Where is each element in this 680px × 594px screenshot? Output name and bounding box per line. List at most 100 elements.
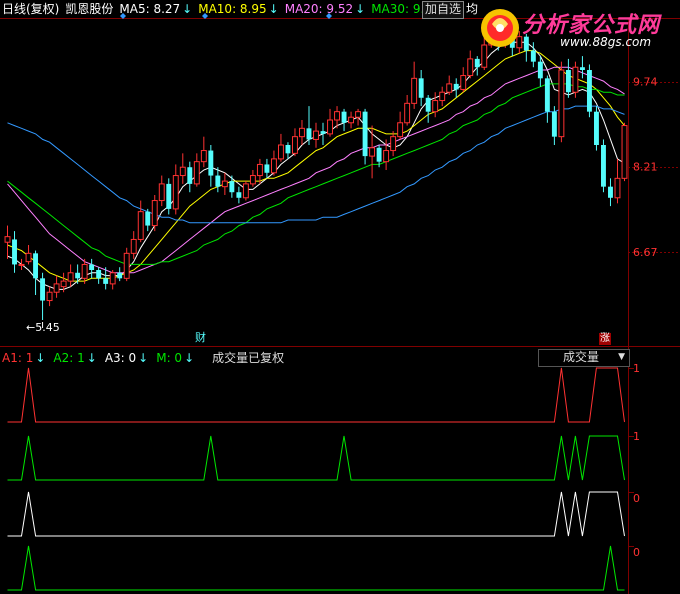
add-watchlist-button[interactable]: 加自选 — [422, 1, 465, 19]
candle-body-down — [376, 147, 382, 162]
candle-body-up — [130, 238, 137, 254]
candle-body-up — [439, 91, 446, 102]
candle-body-down — [208, 150, 214, 176]
candle-body-down — [75, 272, 81, 279]
candle-body-down — [103, 278, 109, 284]
candle-body-up — [67, 272, 74, 282]
candle-body-up — [411, 77, 418, 104]
y-tick-label: 9.74 — [633, 76, 658, 89]
candle-body-up — [242, 183, 249, 199]
candle-body-up — [200, 150, 207, 163]
candle-body-up — [109, 272, 116, 285]
indicator-axis-label: 1 — [633, 362, 640, 375]
a1-down-arrow-icon: ↓ — [35, 351, 46, 365]
candle-body-down — [544, 78, 550, 112]
stock-name: 凯恩股份 — [65, 2, 114, 16]
candle-body-down — [187, 167, 193, 184]
candle-body-down — [264, 164, 270, 173]
candle-body-up — [404, 102, 411, 124]
ma5-value: MA5: 8.27 — [119, 2, 181, 16]
candle-body-up — [53, 283, 60, 293]
a2-value: A2: 1 — [53, 351, 85, 365]
candle-body-up — [334, 111, 340, 121]
candle-body-up — [348, 116, 355, 124]
indicator-axis-label: 0 — [633, 546, 640, 559]
volume-note: 成交量已复权 — [212, 351, 285, 365]
candle-body-up — [614, 177, 621, 199]
site-logo: 分析家公式网 www.88gs.com — [478, 4, 674, 54]
candle-body-down — [306, 128, 312, 140]
candle-body-down — [453, 83, 459, 90]
candle-body-down — [229, 181, 235, 193]
indicator-header: A1: 1 ↓ A2: 1 ↓ A3: 0 ↓ M: 0 ↓ 成交量已复权 — [2, 350, 292, 366]
candle-body-down — [12, 239, 17, 265]
finance-event-marker[interactable]: 财 — [195, 331, 206, 344]
candle-body-down — [586, 70, 592, 112]
candle-body-up — [397, 122, 404, 138]
candle-body-down — [551, 111, 557, 137]
ma5-down-arrow-icon: ↓ — [182, 2, 193, 16]
candle-body-down — [285, 145, 291, 154]
chevron-down-icon: ▼ — [618, 352, 625, 362]
m-down-arrow-icon: ↓ — [184, 351, 195, 365]
candle — [362, 108, 368, 165]
candle-body-up — [60, 280, 67, 288]
candle-body-up — [621, 125, 628, 179]
candle-body-up — [137, 211, 144, 240]
a3-value: A3: 0 — [104, 351, 137, 365]
period-label[interactable]: 日线(复权) — [2, 2, 59, 16]
candle-body-down — [608, 186, 613, 198]
candle — [151, 195, 158, 232]
candle-body-down — [40, 278, 46, 301]
ma20-value: MA20: 9.52 — [284, 2, 354, 16]
candle-body-up — [172, 175, 179, 210]
candle-body-down — [236, 192, 242, 198]
candle-body-up — [270, 158, 277, 174]
candle-body-up — [467, 58, 474, 77]
candle-body-up — [46, 291, 53, 302]
a1-value: A1: 1 — [2, 351, 34, 365]
candle-body-up — [249, 175, 256, 185]
candle — [242, 181, 249, 201]
m-value: M: 0 — [156, 351, 183, 365]
candle-body-down — [117, 272, 123, 279]
y-tick-label: 8.21 — [633, 161, 658, 174]
candle-body-up — [383, 150, 390, 163]
candle-body-up — [390, 136, 397, 152]
candle-body-up — [179, 166, 186, 177]
candle-body-up — [18, 263, 25, 266]
candle-body-up — [313, 130, 319, 140]
chart-header: 日线(复权) 凯恩股份 MA5: 8.27 ↓ MA10: 8.95 ↓ MA20: 9.5… — [2, 1, 458, 17]
candle-body-down — [425, 97, 431, 112]
candle-body-down — [320, 131, 326, 134]
candle — [621, 122, 628, 182]
candle-body-up — [572, 66, 579, 93]
kline-chart[interactable]: 1 1 0 0 9.74 8.21 6.67 — [0, 0, 680, 594]
low-price-label: ←5.45 — [26, 321, 60, 334]
candle-body-down — [166, 183, 172, 209]
candle-body-up — [123, 252, 130, 279]
candle-body-down — [145, 211, 151, 226]
candle-body-up — [25, 252, 32, 263]
candle-body-down — [89, 264, 95, 270]
candle-body-up — [4, 236, 11, 243]
candle — [593, 106, 599, 151]
ma10-down-arrow-icon: ↓ — [268, 2, 279, 16]
candle-body-up — [193, 161, 200, 185]
y-tick-label: 6.67 — [633, 246, 658, 259]
indicator-axis-label: 0 — [633, 492, 640, 505]
limit-up-marker[interactable]: 涨 — [599, 333, 611, 345]
candle-body-up — [256, 163, 263, 177]
candle — [558, 61, 565, 143]
volume-indicator-select[interactable]: 成交量 ▼ — [538, 349, 630, 367]
candle-body-up — [151, 200, 158, 227]
candle-body-down — [601, 145, 606, 187]
candle-body-down — [579, 67, 585, 70]
candle-body-down — [593, 111, 599, 145]
candle-body-up — [558, 69, 565, 138]
candle-body-up — [158, 183, 165, 202]
candle — [572, 61, 579, 98]
volume-select-label: 成交量 — [563, 350, 600, 364]
ma10-value: MA10: 8.95 — [198, 2, 267, 16]
candle-body-up — [299, 127, 305, 138]
